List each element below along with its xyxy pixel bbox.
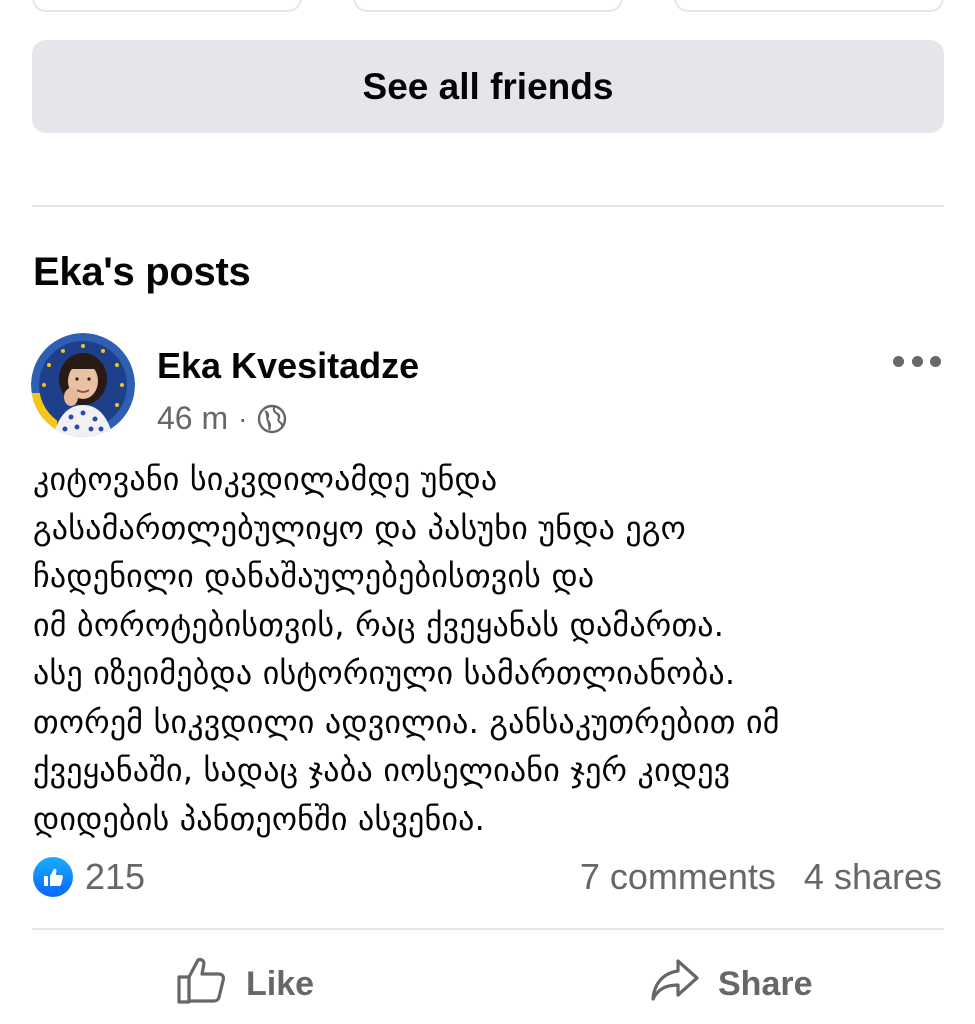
post-stats: 7 comments 4 shares (580, 856, 942, 898)
post-text-line: ჩადენილი დანაშაულებებისთვის და (33, 557, 595, 595)
friend-card-edge (674, 0, 944, 12)
share-arrow-icon (650, 957, 700, 1012)
shares-count-link[interactable]: 4 shares (804, 856, 942, 898)
friends-grid-bottom-edge (32, 0, 944, 18)
post-text-line: ასე იზეიმებდა ისტორიული სამართლიანობა. (33, 654, 736, 692)
reaction-count: 215 (85, 856, 146, 897)
thumbs-up-icon (176, 955, 228, 1014)
post-text-line: დიდების პანთეონში ასვენია. (33, 799, 485, 838)
friend-card-edge (353, 0, 623, 12)
post-meta: 46 m · (157, 400, 287, 437)
globe-icon (257, 404, 287, 434)
like-reaction-icon (33, 857, 73, 897)
profile-page: See all friends Eka's posts Eka Kvesitad… (0, 0, 975, 1024)
share-button[interactable]: Share (650, 954, 813, 1014)
post-text-line: ქვეყანაში, სადაც ჯაბა იოსელიანი ჯერ კიდე… (33, 751, 731, 789)
reactions-summary[interactable]: 215 (33, 856, 145, 898)
post-actions-bar: Like Share (0, 948, 975, 1018)
author-avatar[interactable] (31, 333, 135, 437)
avatar-image (31, 333, 135, 437)
post-text-line: კიტოვანი სიკვდილამდე უნდა (33, 460, 498, 498)
comments-count-link[interactable]: 7 comments (580, 856, 776, 898)
post-text-line: გასამართლებულიყო და პასუხი უნდა ეგო (33, 508, 686, 547)
posts-section-title: Eka's posts (33, 250, 251, 294)
share-label: Share (718, 964, 813, 1003)
more-dots-icon[interactable] (893, 348, 941, 374)
post-text-line: თორემ სიკვდილი ადვილია. განსაკუთრებით იმ (33, 702, 780, 741)
like-button[interactable]: Like (176, 954, 314, 1014)
post-body: კიტოვანი სიკვდილამდე უნდა გასამართლებული… (33, 455, 948, 843)
section-divider (32, 205, 944, 207)
see-all-friends-button[interactable]: See all friends (32, 40, 944, 133)
friend-card-edge (32, 0, 302, 12)
meta-separator: · (238, 402, 248, 434)
post-author-name[interactable]: Eka Kvesitadze (157, 345, 419, 387)
actions-divider (32, 928, 944, 930)
like-label: Like (246, 964, 315, 1003)
post-text-line: იმ ბოროტებისთვის, რაც ქვეყანას დამართა. (33, 605, 725, 644)
post-time[interactable]: 46 m (157, 400, 228, 437)
